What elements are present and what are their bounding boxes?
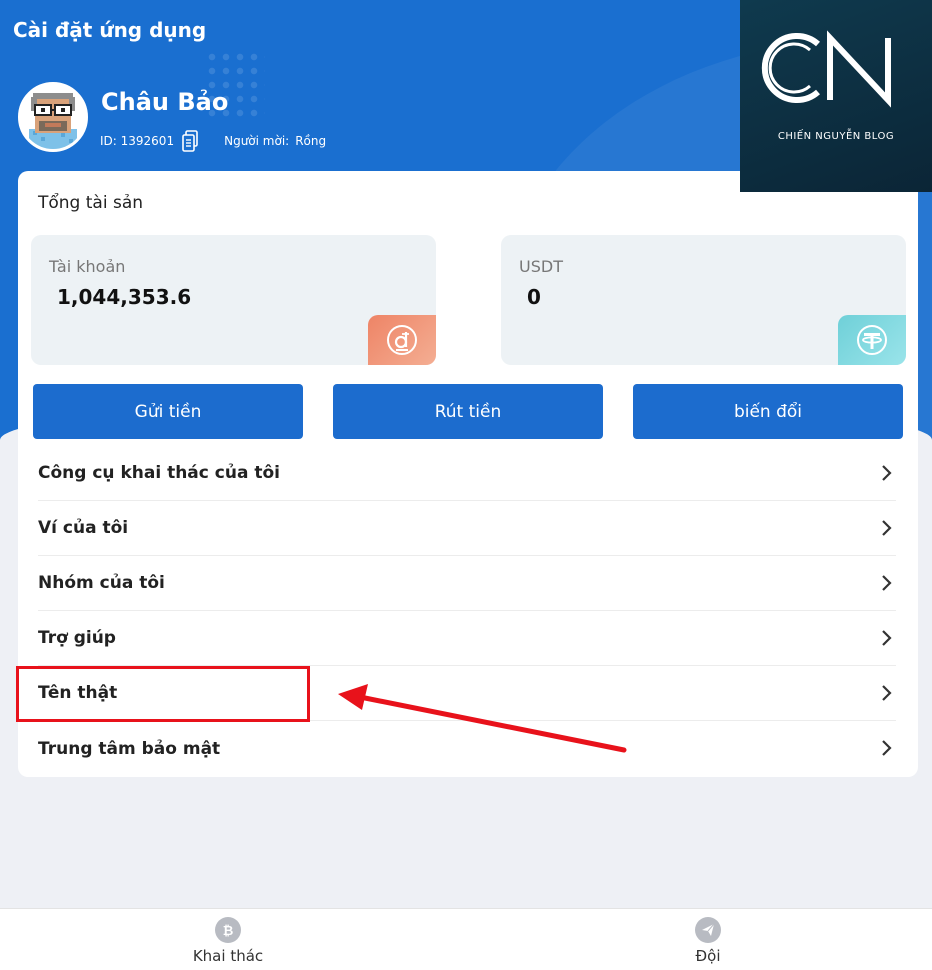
chevron-right-icon (882, 575, 892, 591)
menu-item-label: Trợ giúp (38, 628, 116, 648)
menu-item-label: Trung tâm bảo mật (38, 738, 221, 759)
menu-item-team[interactable]: Nhóm của tôi (38, 556, 896, 611)
chevron-right-icon (882, 740, 892, 756)
usdt-balance-box[interactable]: USDT 0 (501, 235, 906, 365)
tab-label: Khai thác (192, 947, 264, 965)
chevron-right-icon (882, 520, 892, 536)
paper-plane-icon (695, 917, 721, 943)
tether-icon (857, 325, 887, 355)
deposit-button[interactable]: Gửi tiền (33, 384, 303, 439)
menu-item-mining-tools[interactable]: Công cụ khai thác của tôi (38, 446, 896, 501)
tab-label: Đội (695, 947, 721, 965)
total-assets-label: Tổng tài sản (38, 193, 144, 213)
inviter-label: Người mời: (224, 134, 290, 148)
avatar[interactable] (18, 82, 88, 152)
copy-icon[interactable] (182, 130, 198, 152)
dong-coin-icon (387, 325, 417, 355)
chevron-right-icon (882, 630, 892, 646)
user-name: Châu Bảo (101, 88, 229, 116)
account-value: 1,044,353.6 (57, 285, 192, 309)
usdt-label: USDT (519, 257, 563, 276)
brand-logo-icon (761, 30, 891, 108)
bottom-tab-bar: ₿ Khai thác Đội (0, 908, 932, 970)
user-meta: ID: 1392601 Người mời: Rồng (100, 130, 326, 152)
menu-item-help[interactable]: Trợ giúp (38, 611, 896, 666)
page-title: Cài đặt ứng dụng (13, 18, 207, 42)
pixel-avatar-icon (21, 85, 85, 149)
dong-coin-badge (368, 315, 436, 365)
menu-item-label: Ví của tôi (38, 518, 129, 538)
brand-name: CHIẾN NGUYỄN BLOG (777, 131, 895, 142)
chevron-right-icon (882, 685, 892, 701)
convert-button[interactable]: biến đổi (633, 384, 903, 439)
account-balance-box[interactable]: Tài khoản 1,044,353.6 (31, 235, 436, 365)
bitcoin-icon: ₿ (215, 917, 241, 943)
menu-item-label: Công cụ khai thác của tôi (38, 463, 280, 483)
account-label: Tài khoản (49, 257, 126, 276)
menu-item-label: Nhóm của tôi (38, 573, 165, 593)
withdraw-button[interactable]: Rút tiền (333, 384, 603, 439)
arrow-annotation-icon (338, 684, 627, 753)
tether-badge (838, 315, 906, 365)
highlight-box-annotation (16, 666, 310, 722)
user-id: ID: 1392601 (100, 134, 175, 148)
inviter-value: Rồng (295, 134, 327, 148)
svg-text:₿: ₿ (223, 924, 234, 938)
tab-team[interactable]: Đội (648, 917, 768, 965)
usdt-value: 0 (527, 285, 541, 309)
tab-mining[interactable]: ₿ Khai thác (168, 917, 288, 965)
brand-watermark: CHIẾN NGUYỄN BLOG (740, 0, 932, 192)
menu-item-wallet[interactable]: Ví của tôi (38, 501, 896, 556)
chevron-right-icon (882, 465, 892, 481)
